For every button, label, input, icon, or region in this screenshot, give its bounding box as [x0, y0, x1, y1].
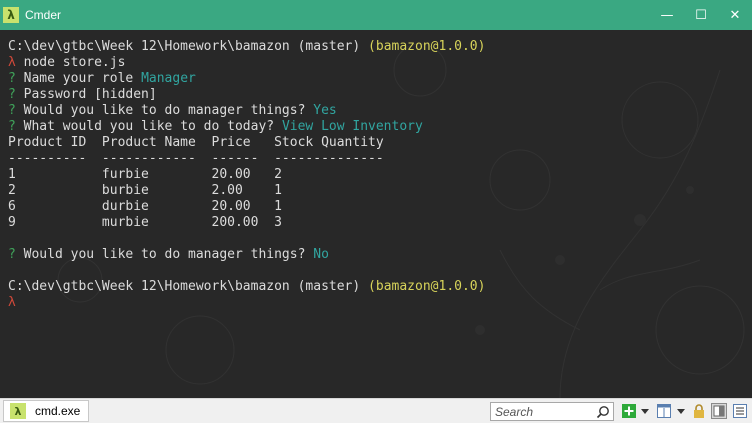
console-line: 9 murbie 200.00 3 — [8, 215, 748, 231]
console-line: 6 durbie 20.00 1 — [8, 199, 748, 215]
console-line: 2 burbie 2.00 1 — [8, 183, 748, 199]
layout-icon[interactable] — [711, 403, 727, 419]
menu-icon[interactable] — [732, 403, 748, 419]
status-bar: λ cmd.exe — [0, 398, 752, 423]
split-view-icon[interactable] — [656, 403, 672, 419]
console-text-segment: ? — [8, 71, 24, 86]
title-bar[interactable]: λ Cmder — ☐ ✕ — [0, 0, 752, 30]
console-text-segment: node store.js — [23, 55, 126, 70]
console-text-segment: ? — [8, 87, 24, 102]
cmder-lambda-icon: λ — [10, 403, 26, 419]
tab-label: cmd.exe — [35, 404, 81, 418]
console-text-segment: C:\dev\gtbc\Week 12\Homework\bamazon — [8, 279, 298, 294]
search-icon[interactable] — [596, 405, 610, 419]
console-text-segment: λ — [8, 295, 16, 310]
maximize-button[interactable]: ☐ — [684, 0, 718, 30]
console-line: 1 furbie 20.00 2 — [8, 167, 748, 183]
console-line: ? Password [hidden] — [8, 87, 748, 103]
console-tab[interactable]: λ cmd.exe — [3, 400, 89, 422]
console-line: ? Name your role Manager — [8, 71, 748, 87]
console-line: ? Would you like to do manager things? N… — [8, 247, 748, 263]
console-text-segment: Name your role — [23, 71, 142, 86]
chevron-down-icon[interactable] — [673, 403, 689, 419]
minimize-button[interactable]: — — [650, 0, 684, 30]
console-line: λ node store.js — [8, 55, 748, 71]
console-text-segment: (bamazon@1.0.0) — [368, 39, 486, 54]
console-text-segment: Manager — [141, 71, 196, 86]
console-area[interactable]: C:\dev\gtbc\Week 12\Homework\bamazon (ma… — [0, 30, 752, 398]
console-text-segment: ? — [8, 247, 24, 262]
console-text-segment: 1 furbie 20.00 2 — [8, 167, 282, 182]
search-input[interactable] — [491, 403, 595, 420]
console-text-segment: ? — [8, 103, 24, 118]
console-text-segment: Would you like to do manager things? — [23, 103, 314, 118]
console-line: C:\dev\gtbc\Week 12\Homework\bamazon (ma… — [8, 279, 748, 295]
console-text-segment: ? — [8, 119, 24, 134]
console-line: ? Would you like to do manager things? Y… — [8, 103, 748, 119]
lock-icon[interactable] — [691, 403, 707, 419]
console-text-segment: C:\dev\gtbc\Week 12\Homework\bamazon — [8, 39, 298, 54]
cmder-lambda-icon: λ — [3, 7, 19, 23]
console-line: Product ID Product Name Price Stock Quan… — [8, 135, 748, 151]
window-controls: — ☐ ✕ — [650, 0, 752, 30]
console-text-segment: (bamazon@1.0.0) — [368, 279, 486, 294]
console-text-segment: λ — [8, 55, 24, 70]
search-box[interactable] — [490, 402, 614, 421]
console-text-segment: 9 murbie 200.00 3 — [8, 215, 282, 230]
console-text-segment: 6 durbie 20.00 1 — [8, 199, 282, 214]
console-text-segment: (master) — [297, 39, 369, 54]
console-text-segment: ---------- ------------ ------ ---------… — [8, 151, 384, 166]
chevron-down-icon[interactable] — [637, 403, 653, 419]
console-text-segment: Password [hidden] — [23, 87, 157, 102]
window-title: Cmder — [25, 8, 62, 22]
add-tab-icon[interactable] — [621, 403, 637, 419]
console-text-segment: No — [313, 247, 329, 262]
console-line: C:\dev\gtbc\Week 12\Homework\bamazon (ma… — [8, 39, 748, 55]
console-text-segment: Would you like to do manager things? — [23, 247, 314, 262]
console-output: C:\dev\gtbc\Week 12\Homework\bamazon (ma… — [8, 39, 748, 311]
console-text-segment: What would you like to do today? — [23, 119, 282, 134]
console-text-segment: Yes — [313, 103, 337, 118]
console-text-segment: 2 burbie 2.00 1 — [8, 183, 282, 198]
console-line: ---------- ------------ ------ ---------… — [8, 151, 748, 167]
console-line: λ — [8, 295, 748, 311]
console-text-segment: (master) — [297, 279, 369, 294]
console-text-segment: Product ID Product Name Price Stock Quan… — [8, 135, 384, 150]
console-line: ? What would you like to do today? View … — [8, 119, 748, 135]
close-button[interactable]: ✕ — [718, 0, 752, 30]
console-text-segment: View Low Inventory — [281, 119, 423, 134]
